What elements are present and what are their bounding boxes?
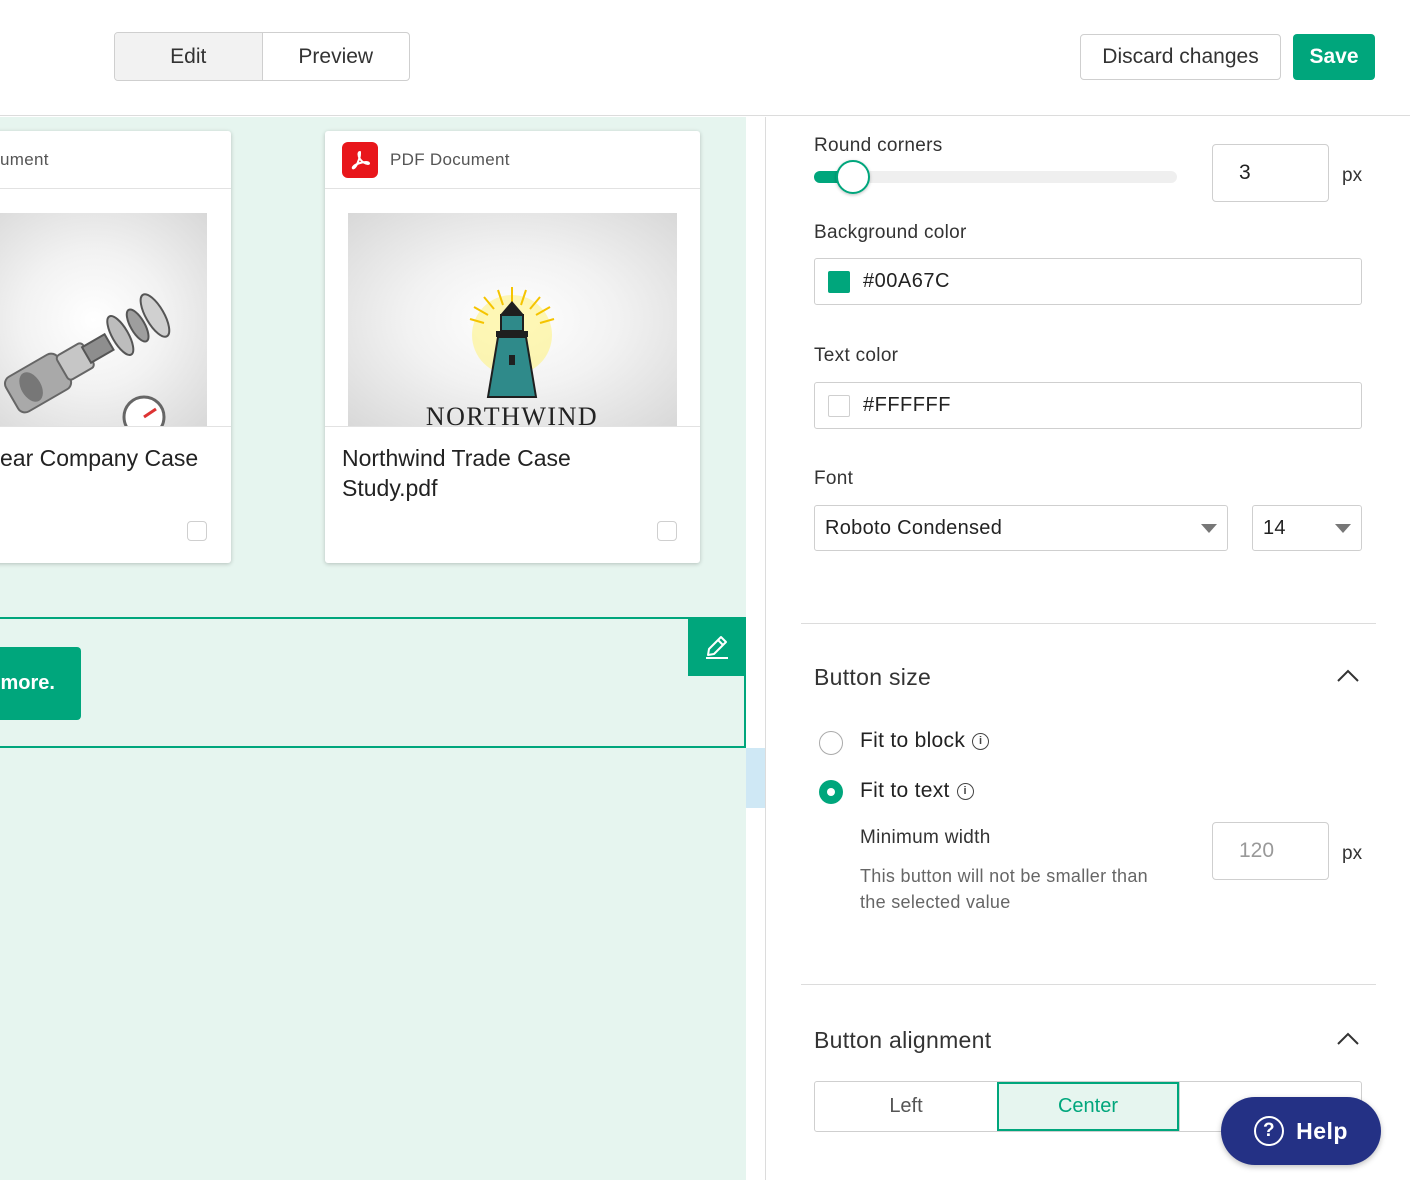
- card-title: Northwind Trade Case Study.pdf: [342, 443, 571, 503]
- button-block-selected[interactable]: r more.: [0, 617, 746, 748]
- font-size-select[interactable]: 14: [1252, 505, 1362, 551]
- card-title: ear Company Case: [0, 445, 199, 471]
- fit-to-block-option[interactable]: Fit to block i: [860, 729, 990, 753]
- chevron-down-icon: [1201, 524, 1217, 533]
- fit-to-block-radio[interactable]: [819, 731, 843, 755]
- background-color-value: #00A67C: [863, 270, 950, 292]
- card-title-line: Study.pdf: [342, 475, 438, 501]
- pencil-icon: [706, 636, 728, 659]
- round-corners-slider[interactable]: [814, 160, 1177, 194]
- text-color-label: Text color: [814, 345, 899, 366]
- tab-preview[interactable]: Preview: [263, 33, 410, 80]
- font-family-select[interactable]: Roboto Condensed: [814, 505, 1228, 551]
- card-header: PDF Document: [325, 131, 700, 189]
- tab-edit[interactable]: Edit: [115, 33, 263, 80]
- slider-handle[interactable]: [835, 160, 870, 194]
- button-size-title: Button size: [814, 664, 932, 690]
- background-color-field[interactable]: #00A67C: [814, 258, 1362, 305]
- northwind-logo-image: NORTHWIND: [426, 287, 598, 427]
- question-icon: ?: [1254, 1116, 1285, 1146]
- round-corners-unit: px: [1342, 165, 1363, 186]
- background-color-label: Background color: [814, 222, 967, 243]
- info-icon[interactable]: i: [956, 782, 974, 800]
- help-button[interactable]: ? Help: [1221, 1097, 1381, 1165]
- round-corners-label: Round corners: [814, 135, 943, 156]
- color-swatch[interactable]: [828, 394, 850, 417]
- button-alignment-title: Button alignment: [814, 1027, 992, 1053]
- card-thumbnail: NORTHWIND: [348, 213, 677, 427]
- help-label: Help: [1296, 1117, 1348, 1144]
- fit-to-text-label: Fit to text: [860, 779, 950, 802]
- align-left-button[interactable]: Left: [815, 1082, 997, 1131]
- chevron-up-icon[interactable]: [1336, 664, 1360, 688]
- card-type-label: PDF Document: [390, 149, 510, 169]
- minimum-width-input[interactable]: 120: [1212, 822, 1329, 880]
- text-color-value: #FFFFFF: [863, 394, 951, 416]
- hint-line: This button will not be smaller than: [860, 866, 1148, 886]
- mode-switch: Edit Preview: [114, 32, 410, 81]
- settings-panel: Round corners 3 px Background color #00A…: [766, 117, 1410, 1180]
- card-select-checkbox[interactable]: [657, 521, 677, 541]
- chevron-down-icon: [1335, 524, 1351, 533]
- font-family-value: Roboto Condensed: [825, 516, 1003, 539]
- card-select-checkbox[interactable]: [187, 521, 207, 541]
- card-type-label: ument: [0, 149, 49, 169]
- round-corners-input[interactable]: 3: [1212, 144, 1329, 202]
- document-card[interactable]: ument ear Company Case: [0, 131, 231, 563]
- cta-button[interactable]: r more.: [0, 647, 81, 720]
- text-color-field[interactable]: #FFFFFF: [814, 382, 1362, 429]
- fit-to-block-label: Fit to block: [860, 729, 966, 752]
- section-divider: [801, 984, 1376, 985]
- section-divider: [801, 623, 1376, 624]
- northwind-logo-text: NORTHWIND: [426, 402, 598, 427]
- card-header: ument: [0, 131, 231, 189]
- minimum-width-label: Minimum width: [860, 827, 991, 848]
- panel-resize-handle[interactable]: [746, 748, 766, 808]
- machine-part-image: [3, 293, 171, 427]
- editor-canvas: ument ear Company Case PDF Document NORT…: [0, 117, 746, 1180]
- info-icon[interactable]: i: [972, 732, 990, 750]
- minimum-width-unit: px: [1342, 843, 1363, 864]
- fit-to-text-radio[interactable]: [819, 780, 843, 804]
- top-toolbar: Edit Preview Discard changes Save: [0, 0, 1410, 116]
- hint-line: the selected value: [860, 892, 1011, 912]
- font-size-value: 14: [1263, 516, 1286, 539]
- card-divider: [325, 426, 700, 427]
- document-card[interactable]: PDF Document NORTHWIND Northwind Trade C…: [325, 131, 700, 563]
- pdf-icon: [342, 141, 378, 178]
- align-center-button[interactable]: Center: [997, 1082, 1179, 1131]
- discard-changes-button[interactable]: Discard changes: [1080, 34, 1281, 80]
- color-swatch[interactable]: [828, 270, 850, 293]
- edit-block-button[interactable]: [688, 618, 746, 676]
- fit-to-text-option[interactable]: Fit to text i: [860, 779, 974, 803]
- font-label: Font: [814, 468, 854, 489]
- chevron-up-icon[interactable]: [1336, 1027, 1360, 1051]
- minimum-width-hint: This button will not be smaller than the…: [860, 863, 1148, 915]
- card-title-line: Northwind Trade Case: [342, 445, 571, 471]
- save-button[interactable]: Save: [1293, 34, 1375, 80]
- card-thumbnail: [0, 213, 207, 427]
- card-divider: [0, 426, 231, 427]
